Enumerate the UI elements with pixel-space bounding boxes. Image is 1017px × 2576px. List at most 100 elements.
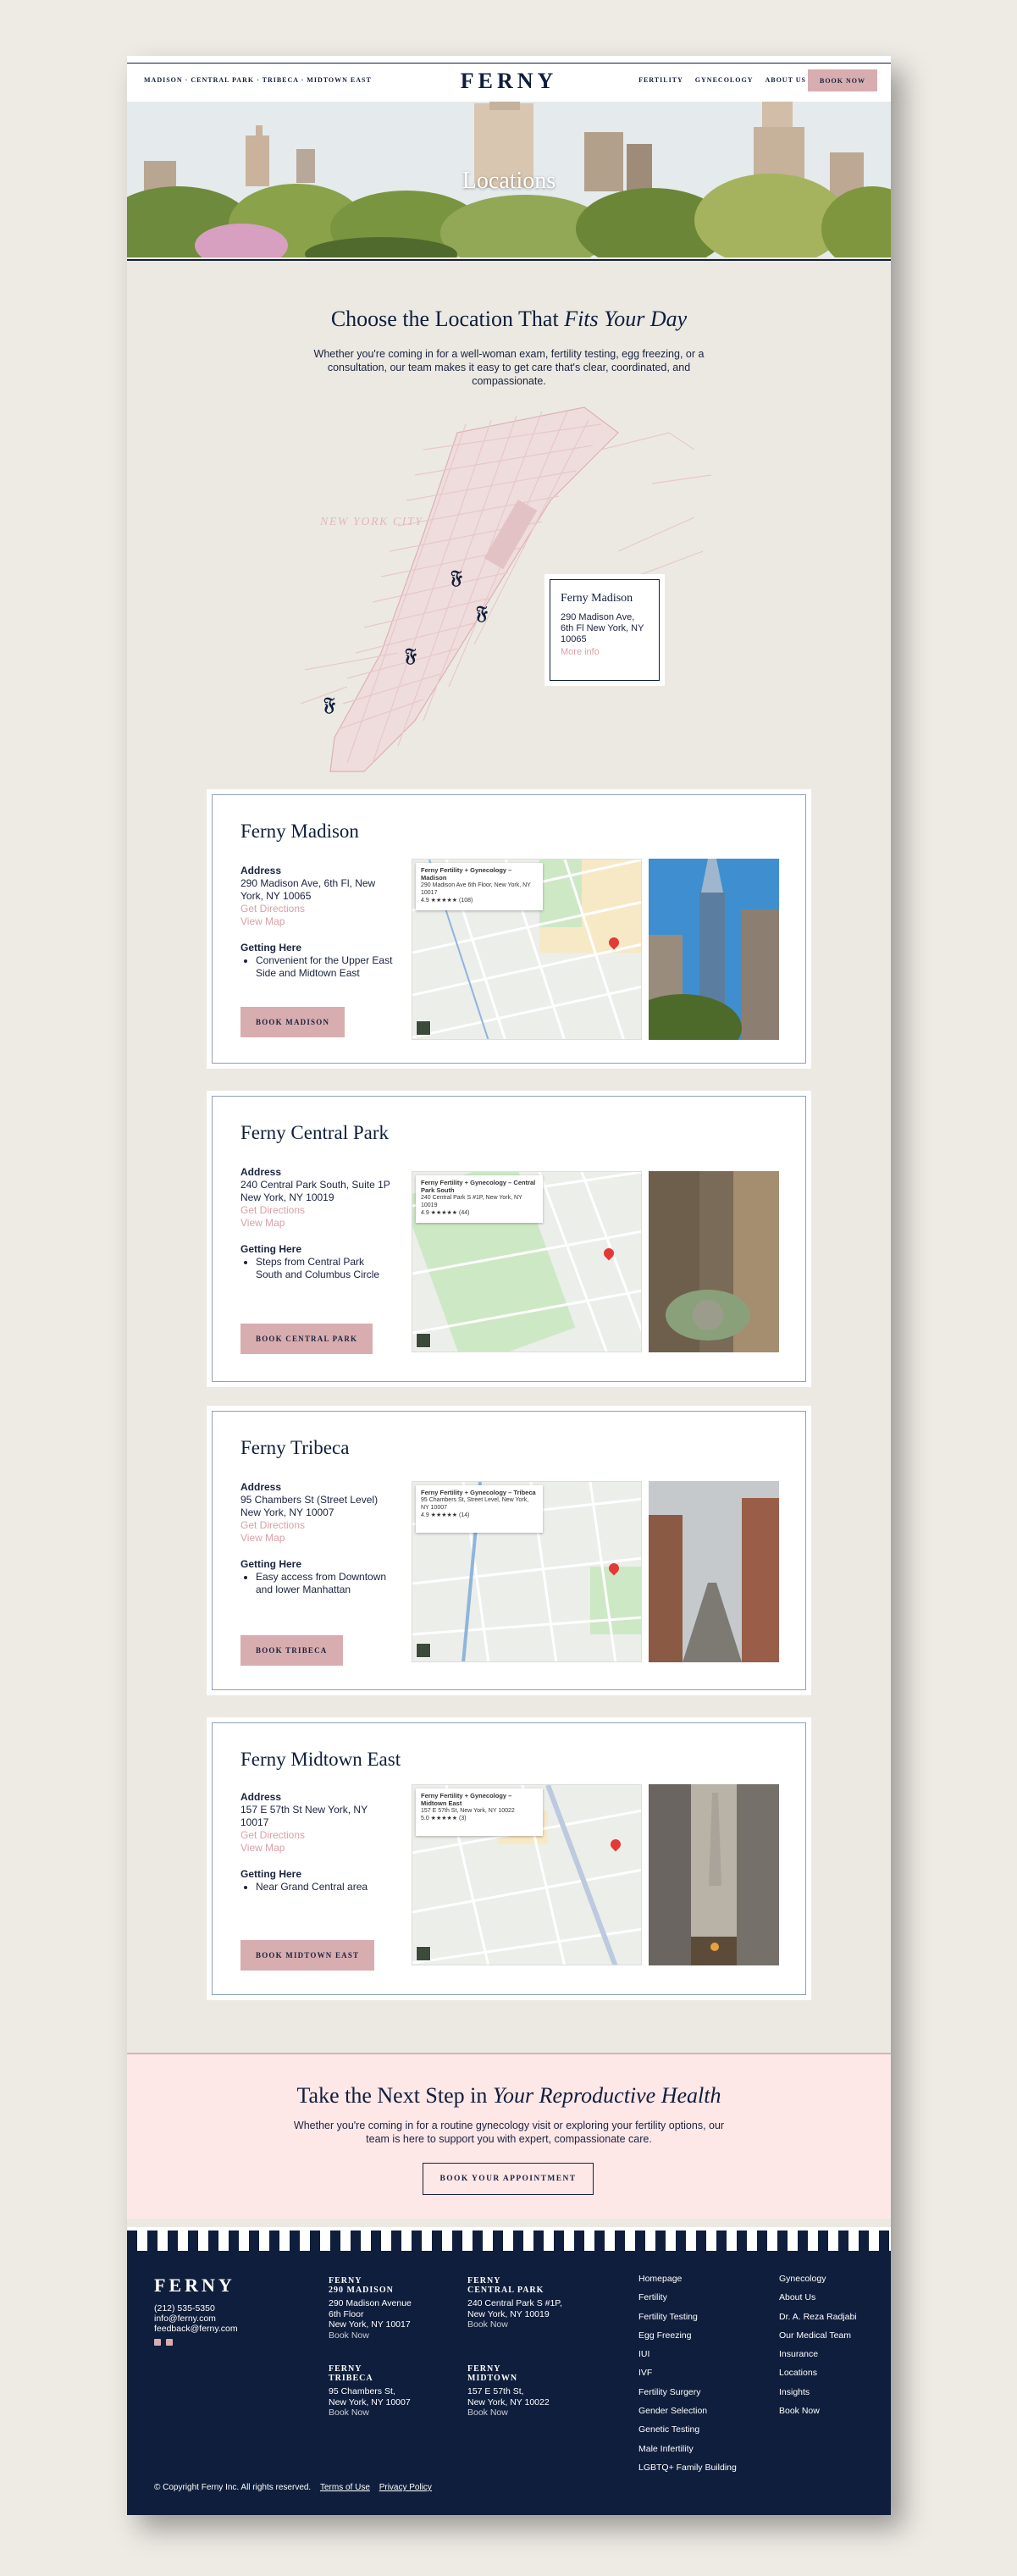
nav-about-us[interactable]: ABOUT US [765, 76, 806, 84]
footer-book-now-link[interactable]: Book Now [467, 2407, 550, 2418]
getting-here-item: Easy access from Downtown and lower Manh… [256, 1571, 393, 1596]
footer-link[interactable]: IVF [638, 2363, 737, 2382]
page: MADISON · CENTRAL PARK · TRIBECA · MIDTO… [127, 56, 891, 2515]
map-thumbnail[interactable] [416, 1946, 431, 1961]
footer-link[interactable]: Dr. A. Reza Radjabi [779, 2308, 857, 2326]
map-popup-rating: 4.9 ★★★★★ (108) [421, 898, 473, 904]
map-popup[interactable]: Ferny Fertility + Gynecology – Midtown E… [416, 1788, 543, 1836]
map-marker-midtown-east[interactable]: 𝔉 [405, 644, 417, 666]
footer-email-feedback[interactable]: feedback@ferny.com [154, 2324, 238, 2334]
location-name: Ferny Tribeca [240, 1437, 350, 1458]
google-map-embed[interactable]: Ferny Fertility + Gynecology – Central P… [412, 1171, 642, 1352]
book-tribeca-button[interactable]: BOOK TRIBECA [240, 1635, 343, 1666]
facebook-icon[interactable] [154, 2339, 161, 2346]
site-logo[interactable]: FERNY [454, 69, 564, 94]
map-popup[interactable]: Ferny Fertility + Gynecology – Madison 29… [416, 863, 543, 910]
get-directions-link[interactable]: Get Directions [240, 903, 393, 915]
nav-fertility[interactable]: FERTILITY [638, 76, 683, 84]
location-name: Ferny Central Park [240, 1122, 390, 1143]
map-thumbnail[interactable] [416, 1333, 431, 1348]
footer-phone[interactable]: (212) 535-5350 [154, 2303, 238, 2313]
social-links [154, 2339, 173, 2346]
footer-link[interactable]: Gynecology [779, 2269, 857, 2288]
footer-link[interactable]: IUI [638, 2345, 737, 2363]
get-directions-link[interactable]: Get Directions [240, 1519, 393, 1532]
footer-link[interactable]: Fertility [638, 2288, 737, 2307]
footer-loc-line: 6th Floor [329, 2308, 364, 2319]
map-marker-tribeca[interactable]: 𝔉 [323, 694, 335, 716]
map-popup[interactable]: Ferny Fertility + Gynecology – Central P… [416, 1175, 543, 1223]
address-label: Address [240, 1791, 282, 1803]
footer-book-now-link[interactable]: Book Now [467, 2319, 562, 2330]
nav-gynecology[interactable]: GYNECOLOGY [695, 76, 754, 84]
map-popup[interactable]: Ferny Fertility + Gynecology – Tribeca 95… [416, 1485, 543, 1533]
map-marker-central-park[interactable]: 𝔉 [476, 602, 488, 624]
footer-link[interactable]: LGBTQ+ Family Building [638, 2458, 737, 2477]
footer-loc-heading: FERNY 290 MADISON [329, 2276, 412, 2295]
next-step-title: Take the Next Step in Your Reproductive … [127, 2083, 891, 2109]
google-map-embed[interactable]: Ferny Fertility + Gynecology – Tribeca 95… [412, 1481, 642, 1662]
next-step-title-italic: Your Reproductive Health [492, 2083, 721, 2108]
footer-link[interactable]: Insurance [779, 2345, 857, 2363]
map-marker-madison[interactable]: 𝔉 [450, 567, 462, 589]
view-map-link[interactable]: View Map [240, 1532, 393, 1545]
view-map-link[interactable]: View Map [240, 1217, 393, 1230]
footer-loc-line: New York, NY 10017 [329, 2319, 411, 2330]
footer-logo[interactable]: FERNY [154, 2275, 235, 2297]
empire-state-photo [649, 859, 779, 1040]
footer-book-now-link[interactable]: Book Now [329, 2330, 412, 2341]
footer-book-now-link[interactable]: Book Now [329, 2407, 411, 2418]
google-map-embed[interactable]: Ferny Fertility + Gynecology – Madison 29… [412, 859, 642, 1040]
location-nav[interactable]: MADISON · CENTRAL PARK · TRIBECA · MIDTO… [144, 76, 372, 84]
get-directions-link[interactable]: Get Directions [240, 1204, 393, 1217]
footer-link[interactable]: Book Now [779, 2402, 857, 2420]
terms-link[interactable]: Terms of Use [320, 2483, 370, 2492]
footer-link[interactable]: Homepage [638, 2269, 737, 2288]
footer-link[interactable]: Egg Freezing [638, 2326, 737, 2345]
getting-here-label: Getting Here [240, 1868, 302, 1880]
google-map-embed[interactable]: Ferny Fertility + Gynecology – Midtown E… [412, 1784, 642, 1965]
address-label: Address [240, 1481, 282, 1493]
location-info: Address 95 Chambers St (Street Level) Ne… [240, 1481, 393, 1596]
map-thumbnail[interactable] [416, 1020, 431, 1036]
footer-email-info[interactable]: info@ferny.com [154, 2313, 238, 2324]
map-popup-rating: 4.9 ★★★★★ (14) [421, 1512, 470, 1518]
footer-link[interactable]: Genetic Testing [638, 2420, 737, 2439]
footer-link[interactable]: About Us [779, 2288, 857, 2307]
next-step-section: Take the Next Step in Your Reproductive … [127, 2053, 891, 2219]
view-map-link[interactable]: View Map [240, 1842, 393, 1855]
footer-link[interactable]: Fertility Surgery [638, 2383, 737, 2402]
footer-loc-line: 290 Madison Avenue [329, 2298, 412, 2308]
footer-link[interactable]: Insights [779, 2383, 857, 2402]
address-text: 290 Madison Ave, 6th Fl, New York, NY 10… [240, 877, 376, 902]
footer-loc-heading-line2: MIDTOWN [467, 2374, 518, 2383]
view-map-link[interactable]: View Map [240, 915, 393, 928]
footer-loc-line: New York, NY 10007 [329, 2396, 411, 2407]
footer-link[interactable]: Male Infertility [638, 2440, 737, 2458]
book-appointment-button[interactable]: BOOK YOUR APPOINTMENT [423, 2163, 594, 2195]
map-card-more-link[interactable]: More info [561, 647, 649, 657]
footer-link[interactable]: Gender Selection [638, 2402, 737, 2420]
getting-here-item: Convenient for the Upper East Side and M… [256, 954, 393, 980]
instagram-icon[interactable] [166, 2339, 173, 2346]
book-madison-button[interactable]: BOOK MADISON [240, 1007, 345, 1037]
footer-location-madison: FERNY 290 MADISON 290 Madison Avenue 6th … [329, 2276, 412, 2341]
get-directions-link[interactable]: Get Directions [240, 1829, 393, 1842]
footer-location-midtown: FERNY MIDTOWN 157 E 57th St, New York, NY… [467, 2364, 550, 2418]
privacy-link[interactable]: Privacy Policy [379, 2483, 432, 2492]
book-midtown-east-button[interactable]: BOOK MIDTOWN EAST [240, 1940, 375, 1971]
location-photo [649, 859, 779, 1040]
hero-divider [127, 259, 891, 261]
footer-location-central-park: FERNY CENTRAL PARK 240 Central Park S #1P… [467, 2276, 562, 2330]
footer-link[interactable]: Our Medical Team [779, 2326, 857, 2345]
footer-loc-heading-line1: FERNY [467, 2364, 501, 2374]
book-now-button[interactable]: BOOK NOW [808, 69, 877, 91]
footer-loc-line: 95 Chambers St, [329, 2386, 395, 2396]
copyright-text: © Copyright Ferny Inc. All rights reserv… [154, 2483, 312, 2492]
map-thumbnail[interactable] [416, 1643, 431, 1658]
location-card-midtown-east: Ferny Midtown East Address 157 E 57th St… [207, 1717, 811, 2000]
book-central-park-button[interactable]: BOOK CENTRAL PARK [240, 1324, 373, 1354]
footer-link[interactable]: Fertility Testing [638, 2308, 737, 2326]
footer-loc-heading: FERNY CENTRAL PARK [467, 2276, 562, 2295]
footer-link[interactable]: Locations [779, 2363, 857, 2382]
